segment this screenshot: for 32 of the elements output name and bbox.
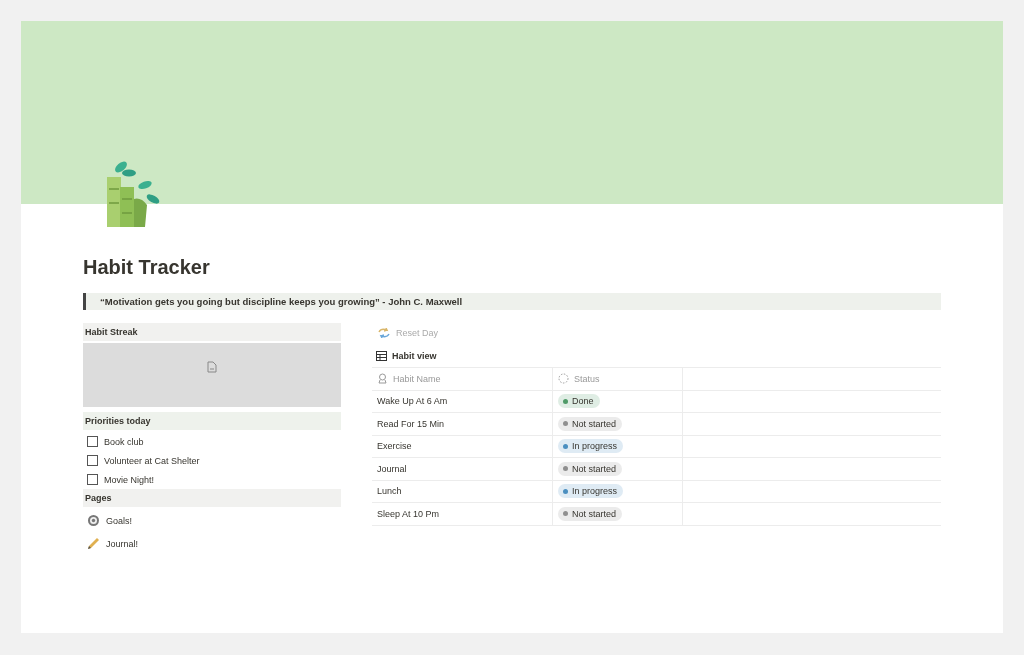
status-tag: Not started — [558, 461, 623, 476]
habit-name-cell: Read For 15 Min — [372, 413, 553, 435]
habit-name-cell: Exercise — [372, 435, 553, 457]
status-tag: In progress — [558, 484, 624, 499]
table-icon — [376, 351, 387, 361]
status-tag: Not started — [558, 506, 623, 521]
todo-label: Book club — [104, 436, 144, 447]
page-link[interactable]: Journal! — [106, 538, 139, 549]
page-link[interactable]: Goals! — [106, 515, 132, 526]
todo-label: Movie Night! — [104, 474, 155, 485]
habit-name-cell: Sleep At 10 Pm — [372, 503, 553, 525]
refresh-icon — [378, 328, 390, 338]
section-heading: Pages — [83, 489, 341, 507]
checkbox[interactable] — [87, 455, 98, 466]
file-icon — [207, 361, 217, 373]
page-title: Habit Tracker — [83, 255, 211, 279]
habit-name-cell: Lunch — [372, 480, 553, 502]
section-heading: Habit Streak — [83, 323, 341, 341]
todo-label: Volunteer at Cat Shelter — [104, 455, 200, 466]
habit-name-cell: Journal — [372, 458, 553, 480]
status-tag: Not started — [558, 416, 623, 431]
checkbox[interactable] — [87, 474, 98, 485]
section-heading: Priorities today — [83, 412, 341, 430]
status-icon — [558, 373, 569, 385]
status-tag: In progress — [558, 439, 624, 454]
quote-block: “Motivation gets you going but discipline keeps you growing” - John C. Maxwell — [83, 293, 941, 310]
pencil-icon — [87, 537, 100, 550]
checkbox[interactable] — [87, 436, 98, 447]
target-icon — [87, 514, 100, 527]
habit-name-cell: Wake Up At 6 Am — [372, 390, 553, 412]
status-tag: Done — [558, 394, 600, 409]
view-tab[interactable]: Habit view — [392, 351, 437, 361]
